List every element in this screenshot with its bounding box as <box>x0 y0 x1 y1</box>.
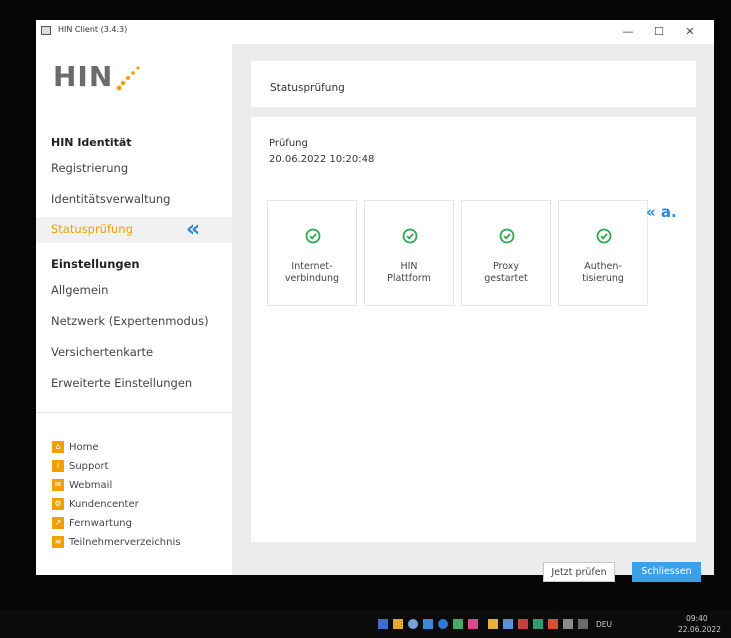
link-kundencenter[interactable]: ⚙ Kundencenter <box>52 497 139 511</box>
taskbar-app-icon[interactable] <box>548 619 558 629</box>
status-card <box>251 117 696 542</box>
gear-icon: ⚙ <box>52 498 64 510</box>
taskbar-app-icon[interactable] <box>563 619 573 629</box>
window-title: HIN Client (3.4.3) <box>58 25 128 34</box>
link-label: Support <box>69 460 109 472</box>
title-bar: HIN Client (3.4.3) — ☐ ✕ <box>36 20 714 44</box>
clock-date[interactable]: 22.06.2022 <box>678 625 721 634</box>
app-window: HIN Client (3.4.3) — ☐ ✕ HIN HIN Identit… <box>36 20 714 582</box>
check-circle-icon <box>402 228 418 244</box>
sidebar-item-statuspruefung[interactable]: Statusprüfung <box>51 222 133 236</box>
link-label: Webmail <box>69 479 113 491</box>
active-item-arrow-icon: « <box>186 217 201 242</box>
page-title: Statusprüfung <box>270 82 345 94</box>
language-indicator[interactable]: DEU <box>596 620 612 629</box>
app-icon <box>41 26 51 35</box>
taskbar-app-icon[interactable] <box>488 619 498 629</box>
sidebar-item-identitaetsverwaltung[interactable]: Identitätsverwaltung <box>51 192 170 206</box>
sidebar-divider <box>36 412 232 413</box>
settings-section-title: Einstellungen <box>51 257 140 271</box>
link-home[interactable]: ⌂ Home <box>52 440 99 454</box>
taskbar-app-icon[interactable] <box>393 619 403 629</box>
sidebar-item-erweiterte-einstellungen[interactable]: Erweiterte Einstellungen <box>51 376 192 390</box>
check-circle-icon <box>596 228 612 244</box>
close-button[interactable]: Schliessen <box>632 562 701 582</box>
sidebar-item-netzwerk[interactable]: Netzwerk (Expertenmodus) <box>51 314 209 328</box>
sidebar-item-versichertenkarte[interactable]: Versichertenkarte <box>51 345 153 359</box>
check-circle-icon <box>305 228 321 244</box>
taskbar-app-icon[interactable] <box>468 619 478 629</box>
link-teilnehmerverzeichnis[interactable]: ≡ Teilnehmerverzeichnis <box>52 535 180 549</box>
mail-icon: ✉ <box>52 479 64 491</box>
logo-text: HIN <box>53 60 114 93</box>
clock-time[interactable]: 09:40 <box>686 614 708 623</box>
tile-label: HIN Plattform <box>387 261 431 284</box>
tile-label: Internet-verbindung <box>284 261 340 284</box>
sidebar-item-registrierung[interactable]: Registrierung <box>51 161 128 175</box>
home-icon: ⌂ <box>52 441 64 453</box>
taskbar-app-icon[interactable] <box>423 619 433 629</box>
volume-icon[interactable] <box>578 619 588 629</box>
link-label: Kundencenter <box>69 498 139 510</box>
taskbar-app-icon[interactable] <box>378 619 388 629</box>
link-support[interactable]: i Support <box>52 459 109 473</box>
main-panel: Statusprüfung Prüfung 20.06.2022 10:20:4… <box>232 44 714 582</box>
minimize-button[interactable]: — <box>615 23 641 41</box>
status-tile-hin-plattform: HIN Plattform <box>364 200 454 306</box>
link-label: Teilnehmerverzeichnis <box>69 536 181 548</box>
check-circle-icon <box>499 228 515 244</box>
annotation-label: « a. <box>646 203 677 221</box>
logo-mark-icon <box>116 66 140 91</box>
link-fernwartung[interactable]: ↗ Fernwartung <box>52 516 132 530</box>
check-timestamp: 20.06.2022 10:20:48 <box>269 154 375 165</box>
status-tile-authentisierung: Authen-tisierung <box>558 200 648 306</box>
taskbar-app-icon[interactable] <box>408 619 418 629</box>
status-tile-internet: Internet-verbindung <box>267 200 357 306</box>
check-now-button[interactable]: Jetzt prüfen <box>543 562 615 582</box>
page-header-card: Statusprüfung <box>251 61 696 107</box>
info-icon: i <box>52 460 64 472</box>
taskbar: DEU 09:40 22.06.2022 <box>0 610 731 638</box>
taskbar-app-icon[interactable] <box>438 619 448 629</box>
identity-section-title: HIN Identität <box>51 136 132 149</box>
link-label: Home <box>69 441 99 453</box>
sidebar-item-allgemein[interactable]: Allgemein <box>51 283 108 297</box>
maximize-button[interactable]: ☐ <box>646 23 672 41</box>
close-window-button[interactable]: ✕ <box>677 23 703 41</box>
tile-label: Authen-tisierung <box>582 261 624 284</box>
status-tile-proxy: Proxy gestartet <box>461 200 551 306</box>
link-label: Fernwartung <box>69 517 132 529</box>
taskbar-app-icon[interactable] <box>453 619 463 629</box>
check-label: Prüfung <box>269 138 308 149</box>
link-webmail[interactable]: ✉ Webmail <box>52 478 112 492</box>
directory-icon: ≡ <box>52 536 64 548</box>
tile-label: Proxy gestartet <box>484 261 528 284</box>
remote-icon: ↗ <box>52 517 64 529</box>
taskbar-app-icon[interactable] <box>533 619 543 629</box>
taskbar-app-icon[interactable] <box>518 619 528 629</box>
taskbar-app-icon[interactable] <box>503 619 513 629</box>
sidebar: HIN HIN Identität Registrierung Identitä… <box>36 44 232 575</box>
